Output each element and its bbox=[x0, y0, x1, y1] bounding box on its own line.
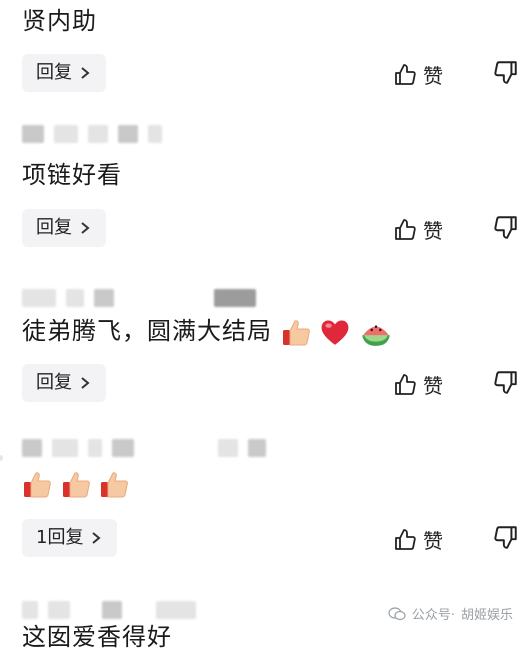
reply-button[interactable]: 回复 bbox=[22, 54, 106, 92]
reply-label: 回复 bbox=[36, 62, 72, 83]
blurred-username bbox=[22, 600, 196, 620]
thumbs-up-outline-icon bbox=[395, 528, 416, 550]
like-button[interactable]: 赞 bbox=[393, 370, 443, 399]
like-label: 赞 bbox=[423, 64, 443, 88]
like-label: 赞 bbox=[423, 529, 443, 553]
reply-button[interactable]: 1回复 bbox=[22, 519, 118, 557]
comment-text: 项链好看 bbox=[22, 161, 122, 189]
thumbs-down-outline-icon[interactable] bbox=[493, 59, 519, 85]
thumbs-down-outline-icon[interactable] bbox=[493, 214, 519, 240]
comment-emoji-row bbox=[22, 468, 129, 499]
watermelon-emoji bbox=[362, 325, 390, 346]
wechat-icon bbox=[388, 606, 406, 620]
watermark-name: 胡姬娱乐 bbox=[460, 608, 513, 623]
watermark-label: 公众号· bbox=[411, 608, 455, 623]
like-button[interactable]: 赞 bbox=[393, 215, 443, 244]
chevron-right-icon bbox=[81, 377, 90, 389]
chevron-right-icon bbox=[92, 532, 102, 544]
avatar-edge bbox=[0, 455, 3, 461]
thumbs-up-outline-icon bbox=[395, 218, 416, 240]
reply-label: 回复 bbox=[36, 372, 72, 393]
thumbs-down-outline-icon[interactable] bbox=[493, 524, 519, 550]
comment-text: 贤内助 bbox=[22, 7, 97, 35]
thumbs-up-emoji bbox=[101, 472, 129, 498]
chevron-right-icon bbox=[81, 67, 90, 79]
reply-label: 回复 bbox=[36, 217, 72, 238]
reply-button[interactable]: 回复 bbox=[22, 364, 106, 402]
reply-label: 1回复 bbox=[36, 527, 84, 548]
thumbs-up-emoji bbox=[282, 320, 310, 346]
reply-button[interactable]: 回复 bbox=[22, 209, 106, 247]
thumbs-up-outline-icon bbox=[395, 63, 416, 85]
comment-text: 这囡爱香得好 bbox=[22, 623, 172, 651]
thumbs-up-emoji bbox=[24, 472, 51, 498]
like-button[interactable]: 赞 bbox=[393, 525, 443, 554]
chevron-right-icon bbox=[81, 222, 90, 234]
thumbs-up-outline-icon bbox=[395, 373, 416, 395]
watermark: 公众号· 胡姬娱乐 bbox=[388, 604, 513, 623]
blurred-username bbox=[22, 124, 162, 144]
like-button[interactable]: 赞 bbox=[393, 60, 443, 89]
thumbs-down-outline-icon[interactable] bbox=[493, 369, 519, 395]
comment-text: 徒弟腾飞，圆满大结局 bbox=[22, 316, 392, 348]
like-label: 赞 bbox=[423, 219, 443, 243]
blurred-username bbox=[22, 288, 256, 308]
thumbs-up-emoji bbox=[62, 472, 90, 498]
blurred-username bbox=[22, 438, 266, 458]
red-heart-emoji bbox=[321, 320, 349, 345]
like-label: 赞 bbox=[423, 374, 443, 398]
comment-text-content: 徒弟腾飞，圆满大结局 bbox=[22, 317, 272, 345]
